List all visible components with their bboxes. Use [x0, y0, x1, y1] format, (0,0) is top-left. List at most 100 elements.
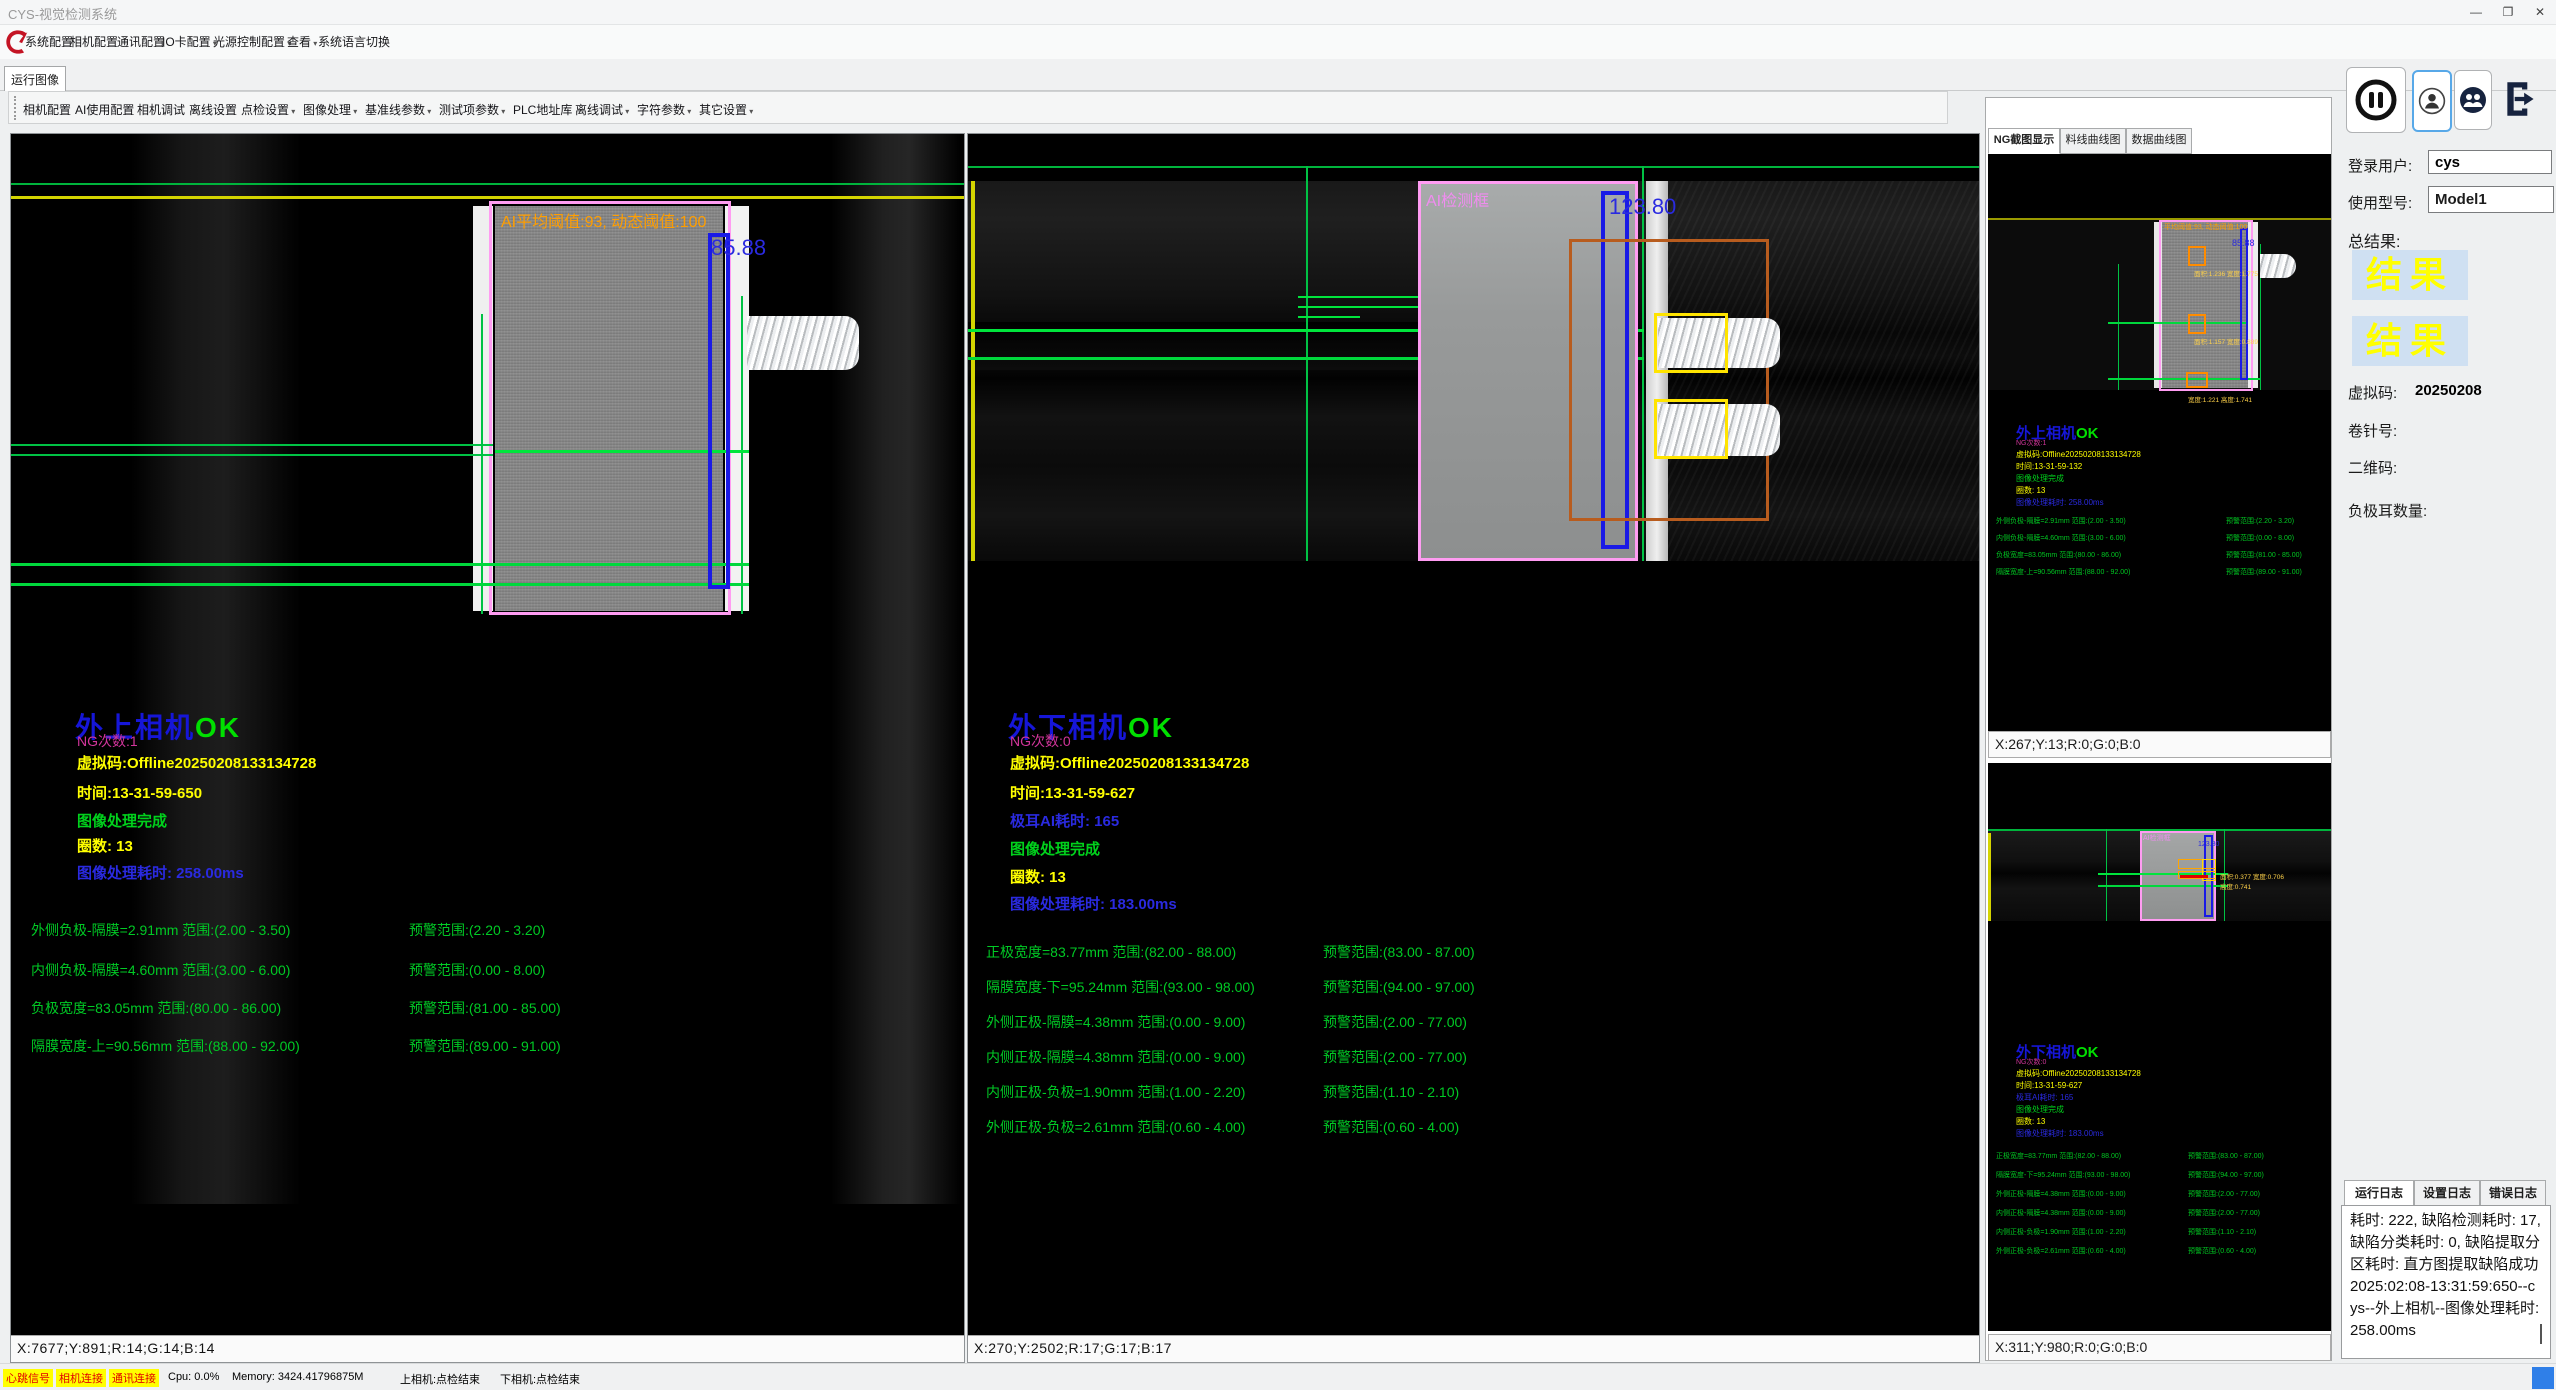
pixel-readout-bar: X:7677;Y:891;R:14;G:14;B:14 [11, 1335, 964, 1362]
measurement-value: 外侧正极-负极=2.61mm 范围:(0.60 - 4.00) [986, 1117, 1245, 1137]
menu-item-language-switch[interactable]: 系统语言切换 [318, 33, 390, 50]
tab-run-image[interactable]: 运行图像 [4, 66, 66, 91]
measurement-value: 内侧负极-隔膜=4.60mm 范围:(3.00 - 6.00) [1996, 533, 2126, 543]
measurement-warning: 预警范围:(89.00 - 91.00) [2226, 567, 2302, 577]
loop-count-label: 圈数: 13 [77, 835, 133, 856]
process-done-label: 图像处理完成 [2016, 1104, 2064, 1115]
menu-item-light-control-config[interactable]: 光源控制配置 [213, 33, 291, 50]
exit-button[interactable] [2496, 67, 2546, 131]
tool-offline-setting[interactable]: 离线设置 [189, 101, 237, 118]
measurement-value: 隔膜宽度-下=95.24mm 范围:(93.00 - 98.00) [986, 977, 1255, 997]
camera-result-ok: OK [195, 712, 241, 743]
measurement-warning: 预警范围:(2.20 - 3.20) [409, 920, 545, 940]
resize-grip[interactable] [2532, 1367, 2554, 1389]
green-segment [1298, 296, 1418, 298]
user-group-button[interactable] [2454, 70, 2492, 130]
defect-orange-box [2188, 246, 2206, 266]
green-horizontal-line [2108, 378, 2260, 380]
menu-item-view[interactable]: 查看 [287, 33, 317, 50]
measurement-warning: 预警范围:(94.00 - 97.00) [1323, 977, 1475, 997]
process-cost-label: 图像处理耗时: 258.00ms [2016, 497, 2104, 508]
user-button[interactable] [2412, 70, 2452, 132]
lower-camera-view[interactable]: AI检测框 123.80 外下相机OK NG次数:0 虚拟码:Offline20… [967, 133, 1980, 1363]
green-vertical-line [2118, 264, 2119, 390]
process-done-label: 图像处理完成 [1010, 838, 1100, 859]
ng-snapshot-lower-view[interactable]: AI检测框 123.80 面积:0.377 宽度:0.706 高度:0.741 … [1988, 763, 2331, 1331]
camera-result-ok: OK [2076, 425, 2099, 442]
green-segment [1298, 306, 1418, 308]
log-content: 耗时: 222, 缺陷检测耗时: 17, 缺陷分类耗时: 0, 缺陷提取分区耗时… [2342, 1206, 2550, 1346]
model-select[interactable]: Model1 [2428, 186, 2554, 213]
tool-ai-use-config[interactable]: AI使用配置 [75, 101, 134, 118]
upper-camera-view[interactable]: 85.88 AI平均阈值:93, 动态阈值:100 外上相机OK NG次数:1 … [10, 133, 965, 1363]
heartbeat-indicator: 心跳信号 [3, 1369, 53, 1387]
qr-code-label: 二维码: [2348, 457, 2397, 478]
cpu-usage-text: Cpu: 0.0% [168, 1371, 219, 1383]
tool-image-processing[interactable]: 图像处理 [303, 101, 357, 118]
width-measure-box [2240, 228, 2248, 380]
menu-item-camera-config[interactable]: 相机配置 [70, 33, 118, 50]
camera-result-ok: OK [2076, 1044, 2099, 1061]
login-user-input[interactable] [2428, 150, 2552, 174]
yellow-vertical-line [971, 181, 975, 561]
tool-camera-config[interactable]: 相机配置 [23, 101, 71, 118]
measurement-warning: 预警范围:(83.00 - 87.00) [1323, 942, 1475, 962]
green-vertical-line [2106, 829, 2107, 921]
menu-item-comm-config[interactable]: 通讯配置 [117, 33, 165, 50]
green-horizontal-line [2108, 322, 2248, 324]
minimize-button[interactable]: — [2460, 0, 2492, 25]
menu-item-system-config[interactable]: 系统配置 [25, 33, 73, 50]
loop-count-label: 圈数: 13 [2016, 485, 2045, 496]
tab-ng-snapshot[interactable]: NG截图显示 [1988, 128, 2060, 154]
green-vertical-line [741, 296, 743, 614]
green-segment [1298, 316, 1360, 318]
tool-baseline-params[interactable]: 基准线参数 [365, 101, 431, 118]
process-cost-label: 图像处理耗时: 183.00ms [1010, 893, 1177, 914]
tool-offline-debug[interactable]: 离线调试 [575, 101, 629, 118]
tab-run-log[interactable]: 运行日志 [2344, 1180, 2414, 1207]
tool-plc-address-lib[interactable]: PLC地址库 [513, 101, 572, 118]
measurement-warning: 预警范围:(0.00 - 8.00) [2226, 533, 2294, 543]
memory-usage-text: Memory: 3424.41796875M [232, 1371, 363, 1383]
result-display-down: 结果 [2352, 316, 2468, 366]
loop-count-label: 圈数: 13 [2016, 1116, 2045, 1127]
measurement-warning: 预警范围:(0.60 - 4.00) [2188, 1246, 2256, 1256]
window-title: CYS-视觉检测系统 [8, 4, 117, 23]
tool-spot-check-setting[interactable]: 点检设置 [241, 101, 295, 118]
measurement-warning: 预警范围:(2.00 - 77.00) [2188, 1189, 2260, 1199]
tab-material-curve[interactable]: 料线曲线图 [2060, 128, 2126, 154]
tab-setting-log[interactable]: 设置日志 [2414, 1180, 2480, 1207]
result-display-up: 结果 [2352, 250, 2468, 300]
tool-char-params[interactable]: 字符参数 [637, 101, 691, 118]
pause-button[interactable] [2346, 67, 2406, 133]
measurement-value: 负极宽度=83.05mm 范围:(80.00 - 86.00) [1996, 550, 2121, 560]
ai-cost-label: 极耳AI耗时: 165 [2016, 1092, 2073, 1103]
tab-data-curve[interactable]: 数据曲线图 [2126, 128, 2192, 154]
ng-snapshot-upper-view[interactable]: 平均阈值:93, 动态阈值:100 85.88 面积:1.236 宽度:1.77… [1988, 154, 2331, 731]
tool-camera-debug[interactable]: 相机调试 [137, 101, 185, 118]
time-label: 时间:13-31-59-650 [77, 782, 202, 803]
ng-count-label: NG次数:1 [77, 731, 138, 751]
time-label: 时间:13-31-59-132 [2016, 461, 2082, 472]
measurement-value: 内侧正极-隔膜=4.38mm 范围:(0.00 - 9.00) [1996, 1208, 2126, 1218]
toolbar-grip-handle[interactable] [14, 96, 17, 120]
green-horizontal-line [11, 583, 749, 586]
camera-result-ok: OK [1128, 712, 1174, 743]
green-reference-line [968, 166, 1979, 168]
tool-test-item-params[interactable]: 测试项参数 [439, 101, 505, 118]
green-horizontal-line [11, 454, 493, 456]
top-camera-status-text: 上相机:点检结束 [400, 1371, 480, 1387]
close-button[interactable]: ✕ [2524, 0, 2556, 25]
measurement-value: 外侧正极-负极=2.61mm 范围:(0.60 - 4.00) [1996, 1246, 2126, 1256]
exit-icon [2500, 78, 2542, 120]
maximize-button[interactable]: ❐ [2492, 0, 2524, 25]
ng-count-label: NG次数:0 [2016, 1057, 2046, 1067]
comm-link-indicator: 通讯连接 [109, 1369, 159, 1387]
measurement-value: 外侧负极-隔膜=2.91mm 范围:(2.00 - 3.50) [31, 920, 290, 940]
tool-other-settings[interactable]: 其它设置 [699, 101, 753, 118]
log-text-area[interactable]: 耗时: 222, 缺陷检测耗时: 17, 缺陷分类耗时: 0, 缺陷提取分区耗时… [2341, 1205, 2551, 1359]
defect-annotation: 面积:0.377 宽度:0.706 [2220, 871, 2284, 881]
defect-annotation: 高度:0.741 [2220, 881, 2251, 891]
tab-error-log[interactable]: 错误日志 [2480, 1180, 2546, 1207]
menu-item-io-card-config[interactable]: IO卡配置 [162, 33, 217, 50]
